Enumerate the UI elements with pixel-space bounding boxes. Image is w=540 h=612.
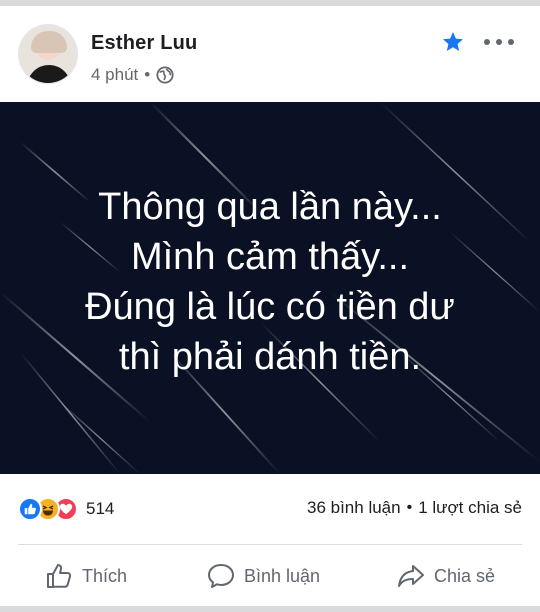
avatar[interactable] [18, 24, 78, 84]
like-reaction-icon [18, 497, 42, 521]
post-meta: 4 phút • [91, 65, 174, 85]
globe-icon[interactable] [156, 66, 174, 84]
share-count[interactable]: 1 lượt chia sẻ [418, 498, 522, 518]
post-header: Esther Luu 4 phút • [0, 6, 540, 102]
action-bar: Thích Bình luận Chia sẻ [0, 546, 540, 606]
avatar-body [27, 65, 71, 83]
share-icon [398, 565, 424, 587]
post-stats: 514 36 bình luận • 1 lượt chia sẻ [0, 474, 540, 542]
thumbs-up-icon [47, 564, 72, 588]
author-name[interactable]: Esther Luu [91, 32, 197, 55]
image-caption: Thông qua lần này... Mình cảm thấy... Đú… [0, 182, 540, 382]
caption-line: thì phải dánh tiền. [118, 336, 422, 378]
like-button[interactable]: Thích [44, 560, 127, 592]
star-icon[interactable] [441, 30, 465, 54]
share-button[interactable]: Chia sẻ [396, 560, 495, 592]
comment-label: Bình luận [244, 565, 321, 586]
engagement-counts: 36 bình luận • 1 lượt chia sẻ [307, 498, 522, 518]
comment-count[interactable]: 36 bình luận [307, 498, 401, 518]
caption-line: Thông qua lần này... [98, 186, 442, 228]
avatar-hair [31, 31, 67, 53]
more-dot [484, 39, 490, 45]
comment-icon [208, 564, 234, 588]
like-label: Thích [82, 565, 128, 586]
post-time[interactable]: 4 phút [91, 65, 138, 85]
more-dot [508, 39, 514, 45]
post-image[interactable]: Thông qua lần này... Mình cảm thấy... Đú… [0, 102, 540, 474]
post-card: Esther Luu 4 phút • Thông qua lần này...… [0, 6, 540, 606]
caption-line: Đúng là lúc có tiền dư [85, 286, 455, 328]
meta-separator: • [144, 65, 151, 84]
caption-line: Mình cảm thấy... [130, 236, 410, 278]
stats-separator: • [406, 499, 413, 516]
divider [18, 544, 522, 545]
reaction-count: 514 [86, 499, 115, 518]
comment-button[interactable]: Bình luận [206, 560, 320, 592]
reactions-summary[interactable]: 514 [18, 496, 114, 522]
more-dot [496, 39, 502, 45]
more-icon[interactable] [484, 32, 514, 52]
share-label: Chia sẻ [434, 565, 496, 586]
